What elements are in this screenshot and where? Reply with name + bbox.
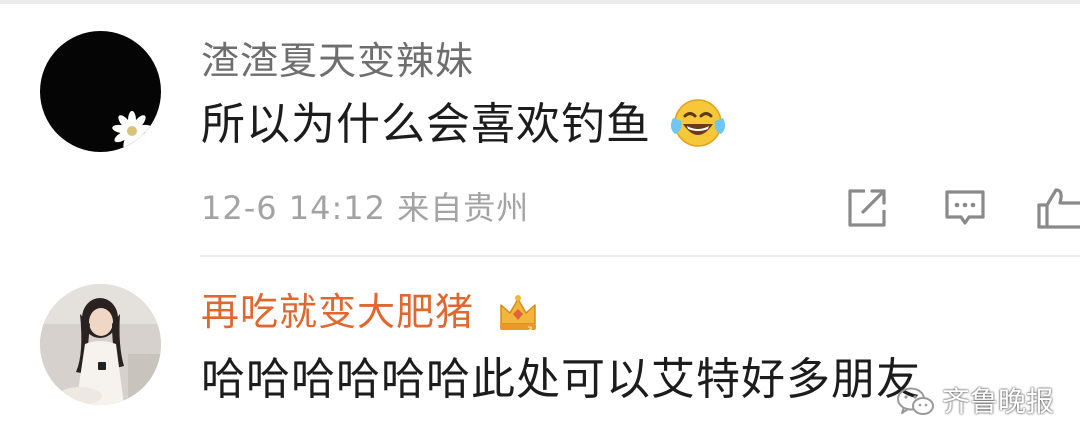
comment-text: 所以为什么会喜欢钓鱼 <box>201 99 651 150</box>
like-icon[interactable] <box>1034 184 1080 232</box>
location: 来自贵州 <box>397 189 530 227</box>
avatar[interactable] <box>40 31 161 152</box>
avatar-photo <box>40 284 161 405</box>
avatar[interactable] <box>40 284 161 405</box>
wechat-icon <box>897 387 934 415</box>
svg-text:3: 3 <box>527 326 533 334</box>
username[interactable]: 渣渣夏天变辣妹 <box>201 39 474 83</box>
share-icon[interactable] <box>843 184 891 232</box>
username[interactable]: 再吃就变大肥猪 <box>201 290 474 334</box>
crown-icon: 3 <box>500 295 536 334</box>
reply-icon[interactable] <box>941 184 989 232</box>
watermark-text: 齐鲁晚报 <box>942 385 1055 418</box>
comment-meta: 12-6 14:12 来自贵州 <box>201 188 529 228</box>
comment-text: 哈哈哈哈哈哈此处可以艾特好多朋友 <box>201 354 921 405</box>
laughing-tears-emoji <box>670 99 726 147</box>
comment-item: 渣渣夏天变辣妹 所以为什么会喜欢钓鱼 12-6 14:12 来自贵州 <box>0 0 1080 255</box>
timestamp: 12-6 14:12 <box>201 189 387 227</box>
flower-icon <box>112 111 152 150</box>
watermark: 齐鲁晚报 <box>896 384 1054 420</box>
